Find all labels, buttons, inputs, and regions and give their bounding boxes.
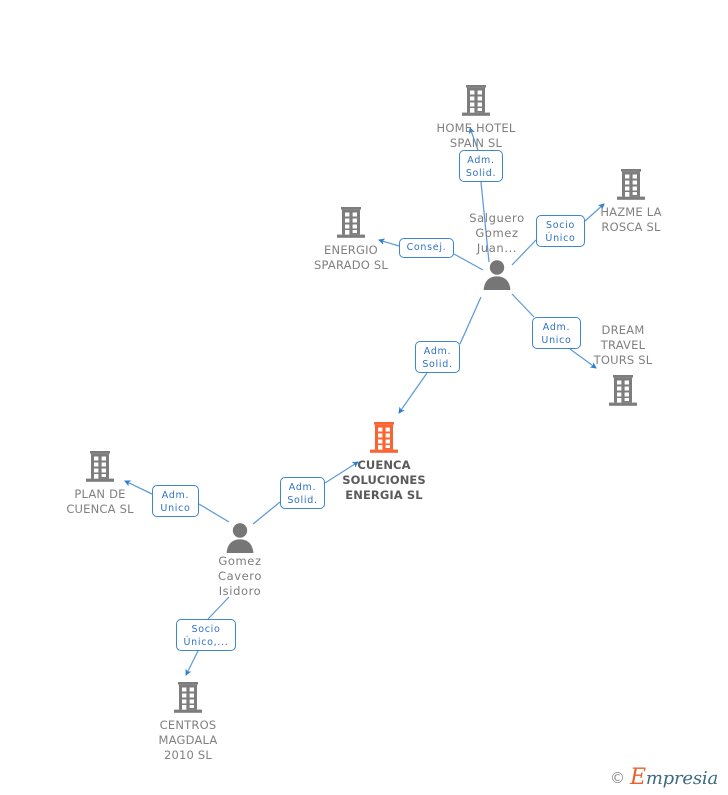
edge-label-socio-unico-centros[interactable]: Socio Único,... [176,619,236,651]
node-hazme-la-rosca[interactable]: HAZME LA ROSCA SL [571,164,691,235]
relationship-graph: HOME HOTEL SPAIN SL HAZME LA ROSCA SL EN… [0,0,728,795]
edge-label-adm-solid-cuenca-salguero[interactable]: Adm. Solid. [415,341,460,373]
node-label: HOME HOTEL SPAIN SL [436,121,516,150]
person-icon [180,521,300,553]
building-icon [571,164,691,204]
node-label: PLAN DE CUENCA SL [66,487,134,516]
edge-label-consej-energio[interactable]: Consej. [399,238,454,258]
brand-rest: mpresia [645,768,718,789]
node-label: Gomez Cavero Isidoro [217,554,263,598]
node-label: ENERGIO SPARADO SL [313,243,389,272]
building-icon [40,446,160,486]
node-label: CUENCA SOLUCIONES ENERGIA SL [342,458,426,502]
person-icon [437,258,557,290]
building-icon [291,202,411,242]
building-icon [563,370,683,410]
edge-label-adm-unico-plan-cuenca[interactable]: Adm. Unico [152,485,199,517]
building-icon [324,417,444,457]
node-plan-de-cuenca[interactable]: PLAN DE CUENCA SL [40,446,160,517]
copyright-icon: © [609,768,625,787]
node-label: HAZME LA ROSCA SL [600,205,662,234]
edge-label-socio-unico-hazme[interactable]: Socio Único [536,215,585,247]
node-label: CENTROS MAGDALA 2010 SL [158,718,218,762]
node-label: DREAM TRAVEL TOURS SL [593,323,653,367]
building-icon [416,80,536,120]
node-home-hotel-spain[interactable]: HOME HOTEL SPAIN SL [416,80,536,151]
watermark: © Empresia [610,765,718,790]
brand-initial: E [629,765,646,790]
building-icon [128,677,248,717]
node-dream-travel-tours[interactable]: DREAM TRAVEL TOURS SL [563,322,683,410]
brand-name: Empresia [630,765,718,790]
edge-label-adm-solid-home-hotel[interactable]: Adm. Solid. [459,150,503,182]
node-energio-sparado[interactable]: ENERGIO SPARADO SL [291,202,411,273]
node-cuenca-soluciones-energia[interactable]: CUENCA SOLUCIONES ENERGIA SL [324,417,444,503]
node-centros-magdala[interactable]: CENTROS MAGDALA 2010 SL [128,677,248,763]
node-gomez-cavero-isidoro[interactable]: Gomez Cavero Isidoro [180,521,300,599]
edge-label-adm-unico-dream[interactable]: Adm. Unico [532,317,581,349]
edge-label-adm-solid-cuenca-gomez[interactable]: Adm. Solid. [280,477,325,509]
